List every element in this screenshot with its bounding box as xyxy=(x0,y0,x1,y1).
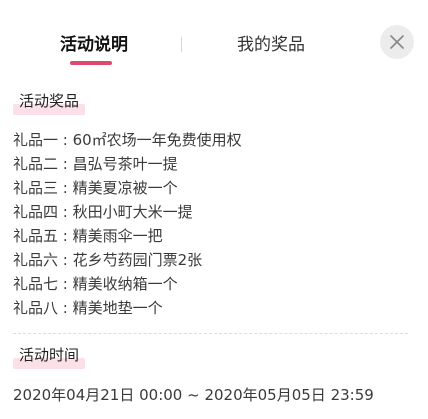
prize-list: 礼品一 : 60㎡农场一年免费使用权 礼品二 : 昌弘号茶叶一提 礼品三 : 精… xyxy=(13,128,242,320)
tab-my-prizes[interactable]: 我的奖品 xyxy=(216,28,326,62)
list-item: 礼品七 : 精美收纳箱一个 xyxy=(13,275,178,293)
list-item: 礼品六 : 花乡芍药园门票2张 xyxy=(13,251,203,269)
list-item: 礼品五 : 精美雨伞一把 xyxy=(13,227,163,245)
time-section-title-text: 活动时间 xyxy=(19,346,80,364)
list-item: 礼品三 : 精美夏凉被一个 xyxy=(13,179,178,197)
close-icon xyxy=(390,35,404,49)
tab-activity-description[interactable]: 活动说明 xyxy=(42,28,146,62)
tab-bar: 活动说明 我的奖品 xyxy=(0,0,428,76)
tab-divider xyxy=(181,37,182,52)
list-item: 礼品一 : 60㎡农场一年免费使用权 xyxy=(13,131,242,149)
time-section-title: 活动时间 xyxy=(13,342,86,369)
close-button[interactable] xyxy=(380,25,414,59)
list-item: 礼品四 : 秋田小町大米一提 xyxy=(13,203,193,221)
active-tab-indicator xyxy=(70,61,112,65)
section-divider xyxy=(13,333,408,334)
prizes-section-title: 活动奖品 xyxy=(13,88,86,115)
activity-time-range: 2020年04月21日 00:00 ~ 2020年05月05日 23:59 xyxy=(13,386,374,404)
list-item: 礼品八 : 精美地垫一个 xyxy=(13,299,163,317)
list-item: 礼品二 : 昌弘号茶叶一提 xyxy=(13,155,178,173)
prizes-section-title-text: 活动奖品 xyxy=(19,92,80,110)
